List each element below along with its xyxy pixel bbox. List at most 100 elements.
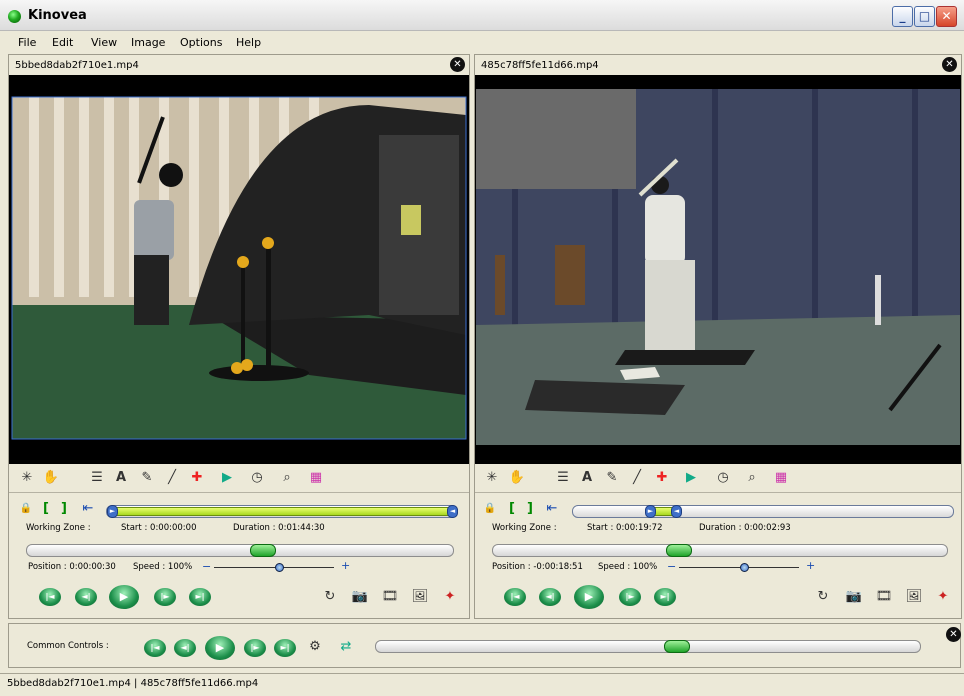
left-speed-plus[interactable]: + <box>341 559 350 572</box>
common-last-frame-button[interactable]: ►| <box>274 639 296 657</box>
grid-icon[interactable]: ▦ <box>772 469 790 487</box>
common-sync-icon[interactable]: ⚙ <box>305 637 325 657</box>
right-snapshot-icon[interactable]: 📷 <box>844 587 864 607</box>
left-play-button[interactable]: ▶ <box>109 585 139 609</box>
left-drawing-toolbar: ✳ ✋ ☰ A ✎ ╱ ✚ ▶ ◷ ⌕ ▦ <box>9 466 469 490</box>
add-keyframe-icon[interactable]: ✳ <box>483 469 501 487</box>
common-first-frame-button[interactable]: |◄ <box>144 639 166 657</box>
left-speed-minus[interactable]: − <box>202 560 211 573</box>
left-position-slider[interactable] <box>26 544 454 557</box>
right-last-frame-button[interactable]: ►| <box>654 588 676 606</box>
goto-start-icon[interactable]: ⇤ <box>79 500 97 518</box>
right-pdf-icon[interactable]: ✦ <box>933 587 953 607</box>
set-start-icon[interactable]: [ <box>503 500 521 518</box>
left-player-panel: 5bbed8dab2f710e1.mp4 ✕ ✳ ✋ ☰ A ✎ ╱ ✚ ▶ ◷… <box>8 54 470 619</box>
left-speed-track[interactable] <box>214 567 334 568</box>
set-start-icon[interactable]: [ <box>37 500 55 518</box>
goto-start-icon[interactable]: ⇤ <box>543 500 561 518</box>
left-snapshot-icon[interactable]: 📷 <box>350 587 370 607</box>
common-swap-icon[interactable]: ⇄ <box>336 637 356 657</box>
left-working-zone-bar[interactable]: ► ◄ <box>106 505 458 518</box>
right-controls: 🔒 [ ] ⇤ ► ◄ Working Zone : Start : 0:00:… <box>475 492 961 619</box>
left-save-video-icon[interactable]: 🎞 <box>380 587 400 607</box>
magnifier-icon[interactable]: ⌕ <box>278 469 296 487</box>
chrono-icon[interactable]: ◷ <box>248 469 266 487</box>
menu-image[interactable]: Image <box>131 36 165 49</box>
left-position-thumb[interactable] <box>250 544 276 557</box>
pencil-icon[interactable]: ✎ <box>603 469 621 487</box>
menu-file[interactable]: File <box>18 36 36 49</box>
common-position-slider[interactable] <box>375 640 921 653</box>
right-video-image <box>475 75 961 464</box>
left-last-frame-button[interactable]: ►| <box>189 588 211 606</box>
close-window-button[interactable]: ✕ <box>936 6 957 27</box>
common-prev-frame-button[interactable]: ◄| <box>174 639 196 657</box>
right-speed-minus[interactable]: − <box>667 560 676 573</box>
left-start-label: Start : 0:00:00:00 <box>121 523 197 533</box>
set-end-icon[interactable]: ] <box>521 500 539 518</box>
common-controls-label: Common Controls : <box>27 641 109 651</box>
minimize-button[interactable]: _ <box>892 6 913 27</box>
magnifier-icon[interactable]: ⌕ <box>743 469 761 487</box>
right-speed-track[interactable] <box>679 567 799 568</box>
left-speed-knob[interactable] <box>275 563 284 572</box>
pencil-icon[interactable]: ✎ <box>138 469 156 487</box>
right-save-video-icon[interactable]: 🎞 <box>874 587 894 607</box>
right-zone-end-handle[interactable]: ◄ <box>671 505 682 518</box>
right-zone-start-handle[interactable]: ► <box>645 505 656 518</box>
cross-icon[interactable]: ✚ <box>188 469 206 487</box>
left-loop-icon[interactable]: ↻ <box>320 587 340 607</box>
right-working-zone-bar[interactable]: ► ◄ <box>572 505 954 518</box>
common-position-thumb[interactable] <box>664 640 690 653</box>
cross-icon[interactable]: ✚ <box>653 469 671 487</box>
close-common-controls-icon[interactable]: ✕ <box>946 627 961 642</box>
menu-view[interactable]: View <box>91 36 117 49</box>
right-loop-icon[interactable]: ↻ <box>813 587 833 607</box>
line-icon[interactable]: ╱ <box>628 469 646 487</box>
left-video-frame[interactable] <box>9 75 469 464</box>
angle-icon[interactable]: ▶ <box>682 469 700 487</box>
grid-icon[interactable]: ▦ <box>307 469 325 487</box>
right-speed-knob[interactable] <box>740 563 749 572</box>
left-next-frame-button[interactable]: |► <box>154 588 176 606</box>
list-icon[interactable]: ☰ <box>88 469 106 487</box>
right-next-frame-button[interactable]: |► <box>619 588 641 606</box>
menu-help[interactable]: Help <box>236 36 261 49</box>
line-icon[interactable]: ╱ <box>163 469 181 487</box>
right-speed-plus[interactable]: + <box>806 559 815 572</box>
maximize-button[interactable]: □ <box>914 6 935 27</box>
close-right-player-icon[interactable]: ✕ <box>942 57 957 72</box>
right-prev-frame-button[interactable]: ◄| <box>539 588 561 606</box>
left-filename: 5bbed8dab2f710e1.mp4 <box>15 60 139 71</box>
chrono-icon[interactable]: ◷ <box>714 469 732 487</box>
hand-icon[interactable]: ✋ <box>42 469 60 487</box>
left-zone-end-handle[interactable]: ◄ <box>447 505 458 518</box>
right-position-slider[interactable] <box>492 544 948 557</box>
menu-edit[interactable]: Edit <box>52 36 73 49</box>
status-text: 5bbed8dab2f710e1.mp4 | 485c78ff5fe11d66.… <box>7 678 259 689</box>
text-icon[interactable]: A <box>578 469 596 487</box>
lock-icon[interactable]: 🔒 <box>17 500 35 518</box>
left-pdf-icon[interactable]: ✦ <box>440 587 460 607</box>
right-play-button[interactable]: ▶ <box>574 585 604 609</box>
right-presentation-icon[interactable]: 🖼 <box>904 587 924 607</box>
left-presentation-icon[interactable]: 🖼 <box>410 587 430 607</box>
left-zone-start-handle[interactable]: ► <box>107 505 118 518</box>
angle-icon[interactable]: ▶ <box>218 469 236 487</box>
left-first-frame-button[interactable]: |◄ <box>39 588 61 606</box>
left-prev-frame-button[interactable]: ◄| <box>75 588 97 606</box>
menu-bar: File Edit View Image Options Help <box>0 31 964 53</box>
common-play-button[interactable]: ▶ <box>205 636 235 660</box>
hand-icon[interactable]: ✋ <box>508 469 526 487</box>
menu-options[interactable]: Options <box>180 36 222 49</box>
right-first-frame-button[interactable]: |◄ <box>504 588 526 606</box>
set-end-icon[interactable]: ] <box>55 500 73 518</box>
close-left-player-icon[interactable]: ✕ <box>450 57 465 72</box>
list-icon[interactable]: ☰ <box>554 469 572 487</box>
common-next-frame-button[interactable]: |► <box>244 639 266 657</box>
right-video-frame[interactable] <box>475 75 961 464</box>
add-keyframe-icon[interactable]: ✳ <box>18 469 36 487</box>
lock-icon[interactable]: 🔒 <box>481 500 499 518</box>
text-icon[interactable]: A <box>112 469 130 487</box>
right-position-thumb[interactable] <box>666 544 692 557</box>
